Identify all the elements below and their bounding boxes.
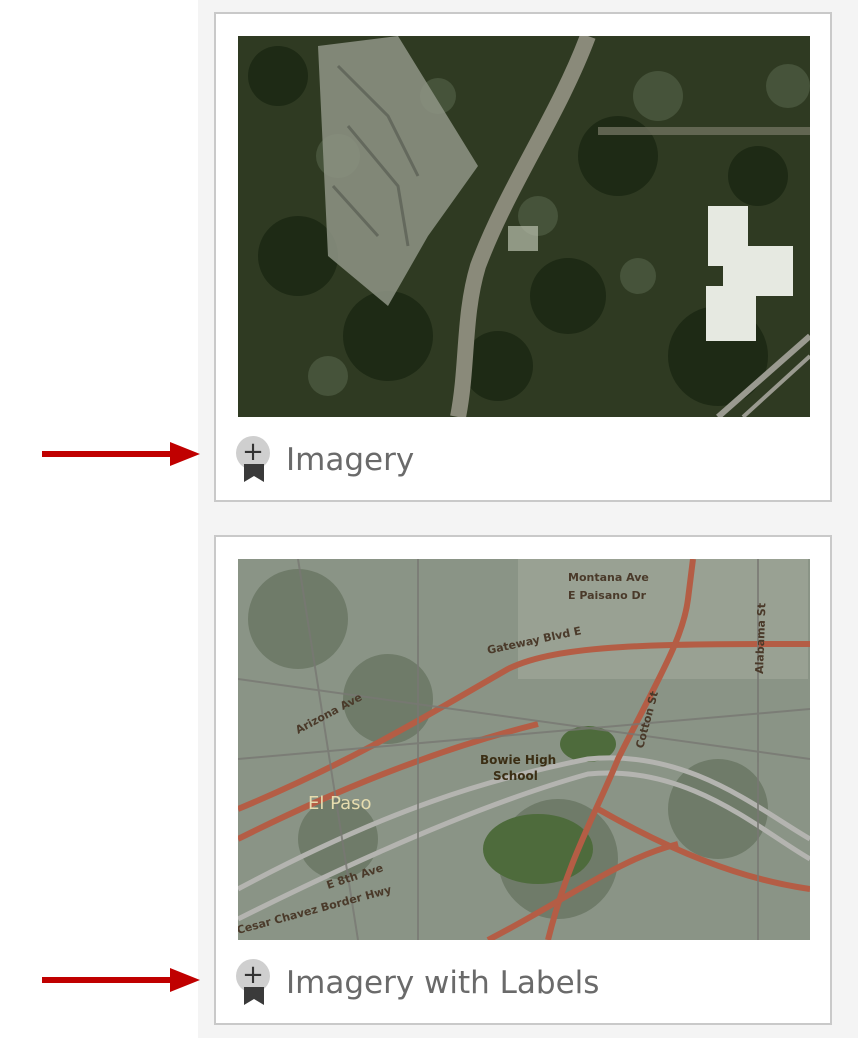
map-label-school1: Bowie High [480,753,556,767]
add-basemap-icon[interactable]: + [236,959,272,1007]
add-basemap-icon[interactable]: + [236,436,272,484]
basemap-card-imagery[interactable]: + Imagery [214,12,832,502]
map-label-school2: School [493,769,538,783]
basemap-title: Imagery [286,442,415,478]
ribbon-icon [244,464,264,482]
map-label-place: El Paso [308,793,372,814]
imagery-with-labels-thumbnail[interactable]: Montana Ave E Paisano Dr Gateway Blvd E … [238,559,810,940]
map-label-street2: E Paisano Dr [568,589,647,602]
basemap-title: Imagery with Labels [286,965,600,1001]
map-label-street5: Alabama St [753,603,768,674]
imagery-with-labels-caption[interactable]: + Imagery with Labels [236,959,810,1007]
basemap-card-imagery-with-labels[interactable]: Montana Ave E Paisano Dr Gateway Blvd E … [214,535,832,1025]
map-label-street1: Montana Ave [568,571,649,584]
imagery-thumbnail[interactable] [238,36,810,417]
imagery-caption[interactable]: + Imagery [236,436,810,484]
annotation-arrow-icon [42,442,200,466]
annotation-arrow-icon [42,968,200,992]
ribbon-icon [244,987,264,1005]
